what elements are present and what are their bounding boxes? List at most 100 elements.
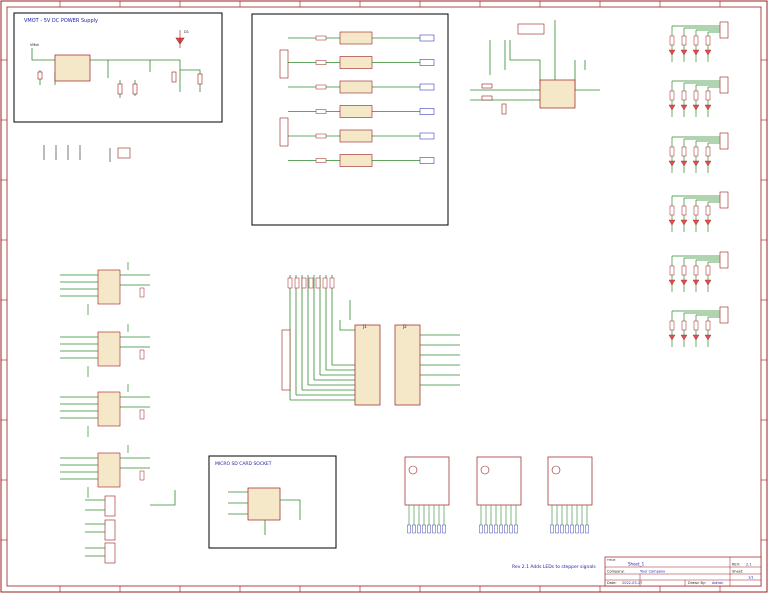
- led: [680, 160, 688, 167]
- j2-label: J2: [402, 324, 407, 329]
- led: [692, 219, 700, 226]
- net-label: [489, 524, 493, 534]
- logic-ic: [539, 79, 576, 109]
- net-label: [575, 524, 579, 534]
- led-wire: [683, 197, 720, 232]
- sheet-title: Sheet_1: [628, 562, 645, 567]
- led: [704, 160, 712, 167]
- resistor: [705, 320, 711, 331]
- net-label: [419, 108, 435, 115]
- net-label: [419, 83, 435, 91]
- led-wire: [683, 312, 720, 347]
- d1-label: D1: [184, 30, 189, 34]
- net-label: [432, 524, 436, 534]
- net-label: [422, 524, 426, 534]
- resistor: [287, 277, 293, 289]
- led: [692, 104, 700, 111]
- led: [680, 49, 688, 56]
- net-label: [419, 132, 435, 140]
- resistor: [132, 83, 138, 95]
- led: [668, 104, 676, 111]
- net-label: [412, 524, 416, 534]
- resistor: [669, 35, 675, 46]
- led: [704, 219, 712, 226]
- resistor: [315, 60, 327, 65]
- resistor: [705, 35, 711, 46]
- led: [692, 49, 700, 56]
- stepper-connector: [719, 21, 729, 39]
- resistor: [501, 103, 507, 115]
- led: [680, 104, 688, 111]
- stepper-connector: [719, 76, 729, 94]
- led: [680, 334, 688, 341]
- stepper-connector: [719, 306, 729, 324]
- opto-isolator-group: [288, 31, 435, 167]
- drawn-label: Drawn By:: [688, 581, 706, 585]
- net-label: [484, 524, 488, 534]
- sd-card-title: MICRO SD CARD SOCKET: [215, 461, 272, 467]
- led: [668, 49, 676, 56]
- rev-label: REV:: [732, 563, 740, 567]
- net-label: [550, 524, 554, 534]
- net-label: [585, 524, 589, 534]
- resistor: [669, 205, 675, 216]
- net-label: [555, 524, 559, 534]
- led: [704, 279, 712, 286]
- opto-isolator: [339, 105, 373, 118]
- resistor: [705, 90, 711, 101]
- resistor: [139, 409, 145, 420]
- net-label: [504, 524, 508, 534]
- capacitor: [37, 71, 43, 80]
- net-label: [419, 34, 435, 42]
- power-supply-title: VMOT - 5V DC POWER Supply: [24, 18, 98, 24]
- resistor: [705, 265, 711, 276]
- stepper-driver-ic: [97, 391, 121, 427]
- resistor: [681, 90, 687, 101]
- resistor: [693, 320, 699, 331]
- stepper-connector: [719, 251, 729, 269]
- net-label: [514, 524, 518, 534]
- connector: [279, 49, 289, 79]
- net-label: [479, 524, 483, 534]
- net-label: [499, 524, 503, 534]
- j1-label: J1: [362, 324, 367, 329]
- resistor: [315, 277, 321, 289]
- stepper-driver-ic: [97, 452, 121, 488]
- resistor: [315, 35, 327, 41]
- resistor: [139, 349, 145, 360]
- resistor: [294, 277, 300, 289]
- power-supply-block: [13, 12, 223, 123]
- mcu-right-half: [394, 324, 421, 406]
- led: [668, 279, 676, 286]
- opto-isolator: [339, 154, 373, 167]
- vmot-label: VMot: [30, 43, 40, 47]
- resistor: [693, 90, 699, 101]
- endstop-connectors: [104, 495, 116, 564]
- resistor: [669, 90, 675, 101]
- motor-connector: [476, 456, 522, 506]
- resistor: [669, 146, 675, 157]
- resistor: [315, 84, 327, 90]
- resistor: [705, 146, 711, 157]
- led: [704, 49, 712, 56]
- net-label: [580, 524, 584, 534]
- led: [692, 279, 700, 286]
- revision-note: Rev 2.1 Adds LEDs to stepper signals: [512, 564, 596, 570]
- date-value: 2022-03-17: [622, 581, 642, 585]
- opto-isolator: [339, 31, 373, 45]
- opto-isolator: [339, 80, 373, 94]
- net-label: [419, 157, 435, 164]
- resistor: [693, 265, 699, 276]
- net-label: [427, 524, 431, 534]
- led-wire: [683, 27, 720, 62]
- resistor: [301, 277, 307, 289]
- net-label: [437, 524, 441, 534]
- led: [668, 334, 676, 341]
- resistor: [197, 73, 203, 85]
- header-connector: [517, 23, 545, 35]
- drawn-value: Adrian: [712, 581, 723, 585]
- resistor: [117, 83, 123, 95]
- company-value: Your Company: [640, 570, 665, 574]
- resistor: [315, 158, 327, 163]
- pullup-resistors: [287, 277, 335, 289]
